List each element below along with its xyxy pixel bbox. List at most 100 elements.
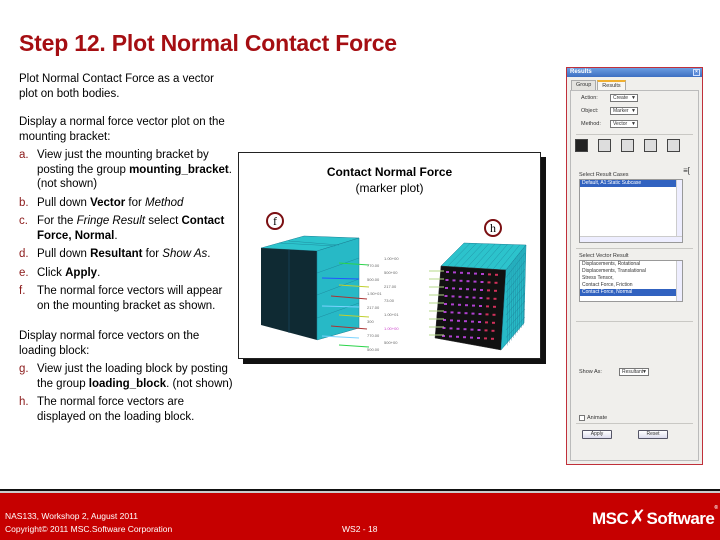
footer-page-number: WS2 - 18 [342,524,378,534]
force-marker [458,303,461,306]
action-select[interactable]: Create ▼ [610,94,638,102]
force-marker [485,321,488,324]
force-marker [492,313,496,316]
list-item[interactable]: Contact Force, Friction [580,282,682,289]
force-marker [452,287,455,290]
force-marker [492,321,495,324]
method-select[interactable]: Vector ▼ [610,120,638,128]
force-marker [446,271,449,273]
force-marker [480,289,483,291]
force-marker [464,312,468,315]
vector-value-label: 500+00 [384,270,398,275]
object-label: Object: [581,108,599,114]
step-item: h. The normal force vectors are displayed… [19,396,195,423]
force-marker [451,303,454,306]
msc-software-logo: MSC✗Software® [592,505,718,529]
filter-icon[interactable]: ≡[ [683,166,690,175]
chevron-down-icon: ▼ [631,95,636,101]
result-cases-list[interactable]: Default, A1:Static Subcase [579,179,683,243]
force-marker [495,273,498,276]
show-as-select[interactable]: Resultant ▼ [619,368,649,376]
vector-value-label: 300 [367,319,374,324]
force-marker [477,329,481,331]
vector-value-label: 770.00 [367,263,380,268]
vector-result-label: Select Vector Result [579,253,629,259]
callout-h: h [484,219,502,237]
dialog-title: Results [570,69,592,75]
list-item[interactable]: Displacements, Rotational [580,261,682,268]
callout-f: f [266,212,284,230]
vector-value-label: 217.00 [367,305,380,310]
step-marker: d. [19,248,29,260]
chevron-down-icon: ▼ [642,369,647,375]
force-marker [487,281,491,284]
section1-text: Display a normal force vector plot on th… [19,116,225,143]
list-item[interactable]: Stress Tensor, [580,275,682,282]
animate-checkbox[interactable] [579,415,585,421]
divider [576,134,693,135]
force-marker [459,279,463,282]
force-marker [453,271,456,274]
force-marker [466,280,470,283]
list-item[interactable]: Default, A1:Static Subcase [580,180,682,187]
tab-results[interactable]: Results [597,80,626,90]
force-marker [444,295,448,297]
results-tab-body: Action: Create ▼ Object: Marker ▼ Method: … [570,90,699,461]
result-toolbar [575,139,680,152]
select-results-icon[interactable] [575,139,588,152]
force-marker [487,289,490,292]
step-marker: f. [19,285,26,297]
force-marker [463,328,467,331]
force-marker [478,313,482,315]
force-marker [445,279,449,281]
scrollbar[interactable] [580,236,682,242]
tab-group[interactable]: Group [571,80,597,90]
list-item[interactable]: Displacements, Translational [580,268,682,275]
plot-options-icon[interactable] [644,139,657,152]
reset-button[interactable]: Reset [638,430,668,439]
model-render: 1.00+00 770.00 500+00 500.00 217.00 1.50+0173… [260,235,527,352]
vector-value-label: 770.00 [367,333,380,338]
target-entities-icon[interactable] [598,139,611,152]
step-marker: g. [19,363,29,375]
force-marker [484,329,488,332]
force-marker [445,287,448,289]
results-dialog: Results × Group Results Action: Create ▼ … [566,67,703,465]
close-icon[interactable]: × [693,69,700,76]
steps-list-1: a. View just the mounting bracket by post… [19,148,234,313]
vector-value-label: 500.00 [367,277,380,282]
section2-text: Display normal force vectors on the load… [19,330,200,357]
vector-value-label: 1.00+00 [384,326,399,331]
footer-course: NAS133, Workshop 2, August 2011 [5,511,138,521]
step-item: d. Pull down Resultant for Show As. [19,248,211,260]
swoosh-icon: ✗ [629,507,646,529]
force-marker [472,296,476,299]
steps-list-2: g. View just the loading block by posting… [19,362,234,424]
force-marker [465,296,469,299]
step-marker: e. [19,266,29,279]
force-marker [465,304,468,307]
force-marker [470,328,474,331]
force-marker [491,329,495,332]
force-marker [471,320,474,323]
divider [576,423,693,424]
apply-button[interactable]: Apply [582,430,612,439]
step-marker: b. [19,196,29,209]
force-marker [479,305,482,307]
display-attributes-icon[interactable] [621,139,634,152]
step-item: b. Pull down Vector for Method [19,196,184,209]
vector-value-label: 73.00 [384,298,395,303]
force-marker [477,337,480,339]
animation-options-icon[interactable] [667,139,680,152]
object-select[interactable]: Marker ▼ [610,107,638,115]
vector-value-label: 1.00+01 [384,312,399,317]
scrollbar[interactable] [676,261,682,301]
scrollbar[interactable] [676,180,682,242]
vector-result-list[interactable]: Displacements, Rotational Displacements,… [579,260,683,302]
force-marker [470,336,473,339]
vector-value-label: 1.50+01 [367,291,382,296]
force-marker [449,327,453,330]
intro-text: Plot Normal Contact Force as a vector pl… [19,73,214,100]
list-item[interactable]: Contact Force, Normal [580,289,682,296]
force-marker [494,289,497,292]
